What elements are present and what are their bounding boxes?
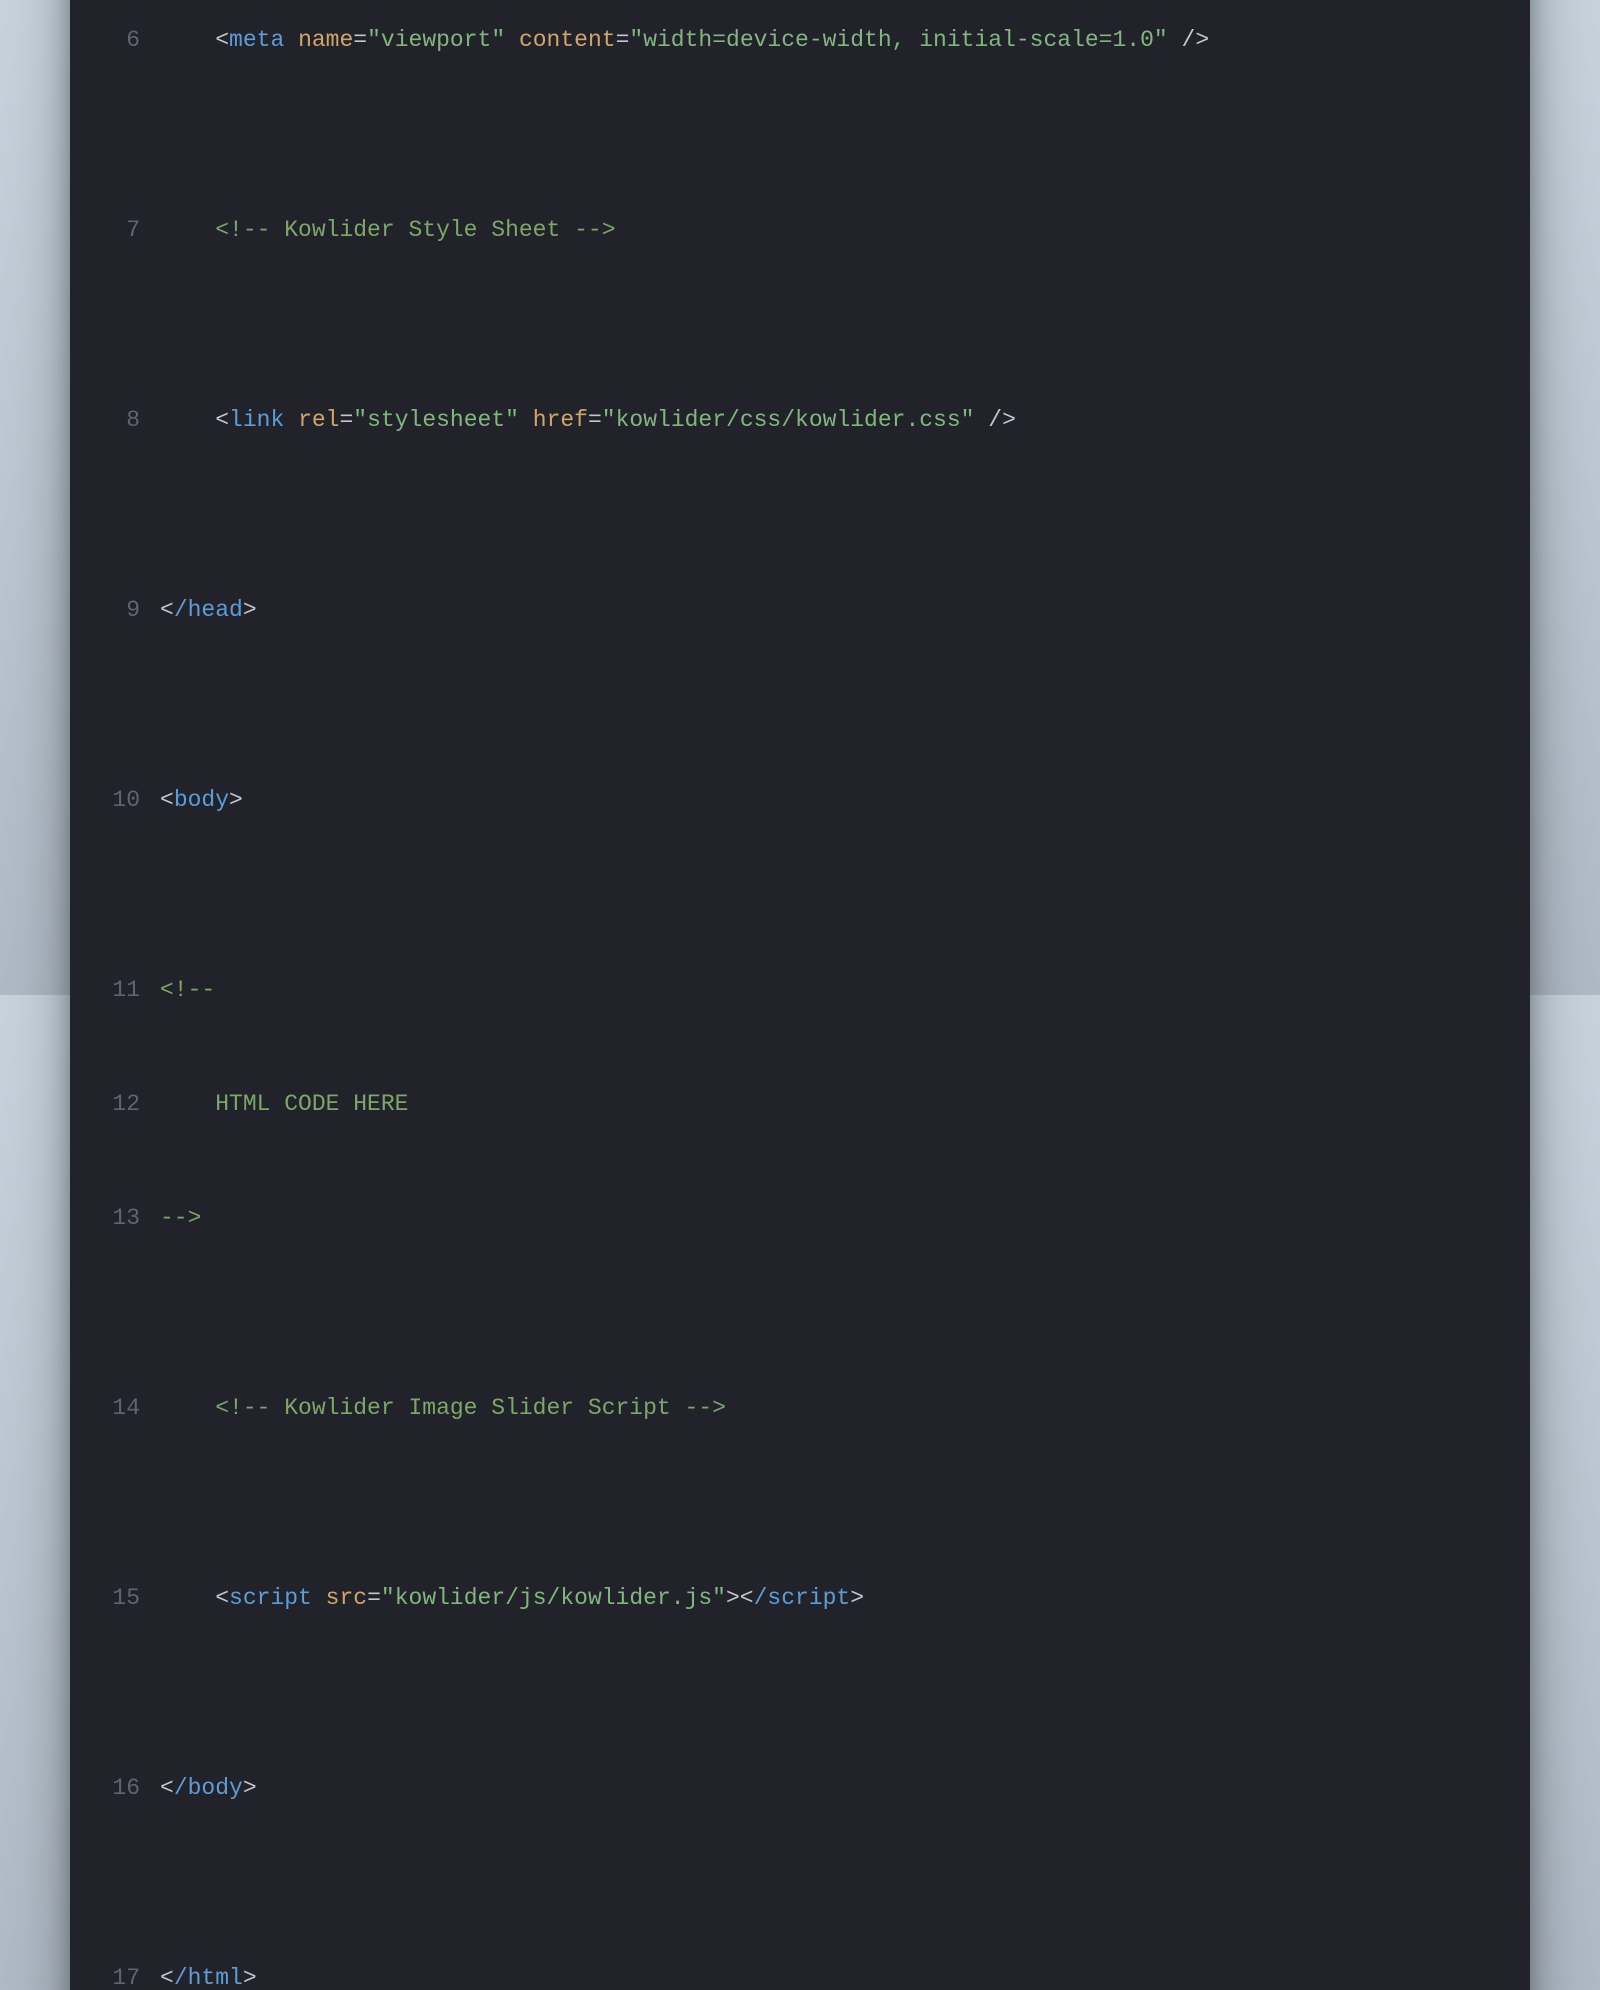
code-line: 8 <link rel="stylesheet" href="kowlider/… [104,401,1496,439]
code-line: 14 <!-- Kowlider Image Slider Script --> [104,1389,1496,1427]
code-line: 7 <!-- Kowlider Style Sheet --> [104,211,1496,249]
code-line: 11 <!-- [104,971,1496,1009]
line-content: <!-- Kowlider Style Sheet --> [160,211,616,249]
line-content: </body> [160,1769,257,1807]
line-content: <!-- Kowlider Image Slider Script --> [160,1389,726,1427]
line-content: </head> [160,591,257,629]
line-number: 12 [104,1085,160,1123]
line-number: 13 [104,1199,160,1237]
editor-window: 1 <!DOCTYPE html> 2 <html lang="en"> 3 <… [70,0,1530,1990]
code-line: 16 </body> [104,1769,1496,1807]
line-content: <link rel="stylesheet" href="kowlider/cs… [160,401,1016,439]
line-number: 15 [104,1579,160,1617]
line-number: 8 [104,401,160,439]
code-line: 15 <script src="kowlider/js/kowlider.js"… [104,1579,1496,1617]
line-number: 17 [104,1959,160,1990]
line-number: 9 [104,591,160,629]
code-line: 6 <meta name="viewport" content="width=d… [104,21,1496,59]
line-content: </html> [160,1959,257,1990]
line-content: <!-- [160,971,229,1009]
line-content: HTML CODE HERE [160,1085,408,1123]
line-content: <script src="kowlider/js/kowlider.js"></… [160,1579,864,1617]
code-editor[interactable]: 1 <!DOCTYPE html> 2 <html lang="en"> 3 <… [104,0,1496,1990]
line-content: <body> [160,781,243,819]
line-number: 10 [104,781,160,819]
line-number: 11 [104,971,160,1009]
code-line: 17 </html> [104,1959,1496,1990]
code-line: 9 </head> [104,591,1496,629]
line-number: 7 [104,211,160,249]
line-content: <meta name="viewport" content="width=dev… [160,21,1209,59]
code-line: 12 HTML CODE HERE [104,1085,1496,1123]
line-content: --> [160,1199,201,1237]
line-number: 16 [104,1769,160,1807]
line-number: 14 [104,1389,160,1427]
line-number: 6 [104,21,160,59]
code-line: 10 <body> [104,781,1496,819]
code-line: 13 --> [104,1199,1496,1237]
